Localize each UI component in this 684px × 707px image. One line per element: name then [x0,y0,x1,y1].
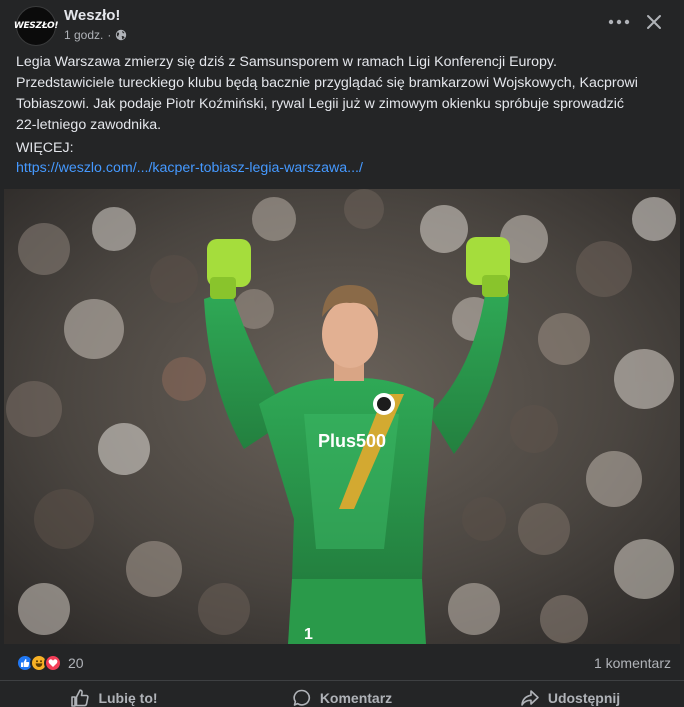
post-text-line: Przedstawiciele tureckiego klubu będą ba… [16,75,638,91]
post-photo[interactable]: Plus500 1 [4,189,680,644]
close-icon [647,15,661,29]
close-button[interactable] [642,10,666,34]
jersey-sponsor: Plus500 [318,431,386,451]
avatar-logo-text: WESZŁO! [13,21,59,31]
page-avatar[interactable]: WESZŁO! [13,6,59,46]
post-text-line: 22-letniego zawodnika. [16,117,162,133]
facebook-post: WESZŁO! Weszło! 1 godz. · Legia Warszawa… [0,0,684,707]
comment-bubble-icon [293,689,310,706]
post-text-line: Tobiaszowi. Jak podaje Piotr Koźmiński, … [16,96,624,112]
more-options-button[interactable] [606,12,632,32]
reaction-count: 20 [68,655,84,671]
goalkeeper-photo: Plus500 1 [4,189,680,644]
comment-button[interactable]: Komentarz [228,681,456,707]
page-name[interactable]: Weszło! [64,7,120,24]
more-dots-icon [608,19,630,25]
comment-label: Komentarz [319,689,393,706]
action-bar: Lubię to! Komentarz Udostępnij [0,680,684,707]
love-reaction-icon [44,654,62,672]
reactions-summary[interactable]: 20 [16,654,84,672]
post-time[interactable]: 1 godz. [64,28,103,42]
article-link[interactable]: https://weszlo.com/.../kacper-tobiasz-le… [16,160,363,176]
comments-count[interactable]: 1 komentarz [594,655,671,671]
thumbs-up-icon [71,688,90,707]
share-label: Udostępnij [547,689,621,706]
more-label: WIĘCEJ: [16,140,74,156]
post-meta: 1 godz. · [64,28,127,42]
post-text: Legia Warszawa zmierzy się dziś z Samsun… [16,52,672,136]
like-label: Lubię to! [98,689,158,706]
share-arrow-icon [521,689,539,706]
share-button[interactable]: Udostępnij [456,681,684,707]
globe-icon[interactable] [115,29,127,41]
meta-separator: · [107,28,112,42]
post-text-line: Legia Warszawa zmierzy się dziś z Samsun… [16,54,557,70]
jersey-number: 1 [304,626,313,643]
like-button[interactable]: Lubię to! [0,681,228,707]
